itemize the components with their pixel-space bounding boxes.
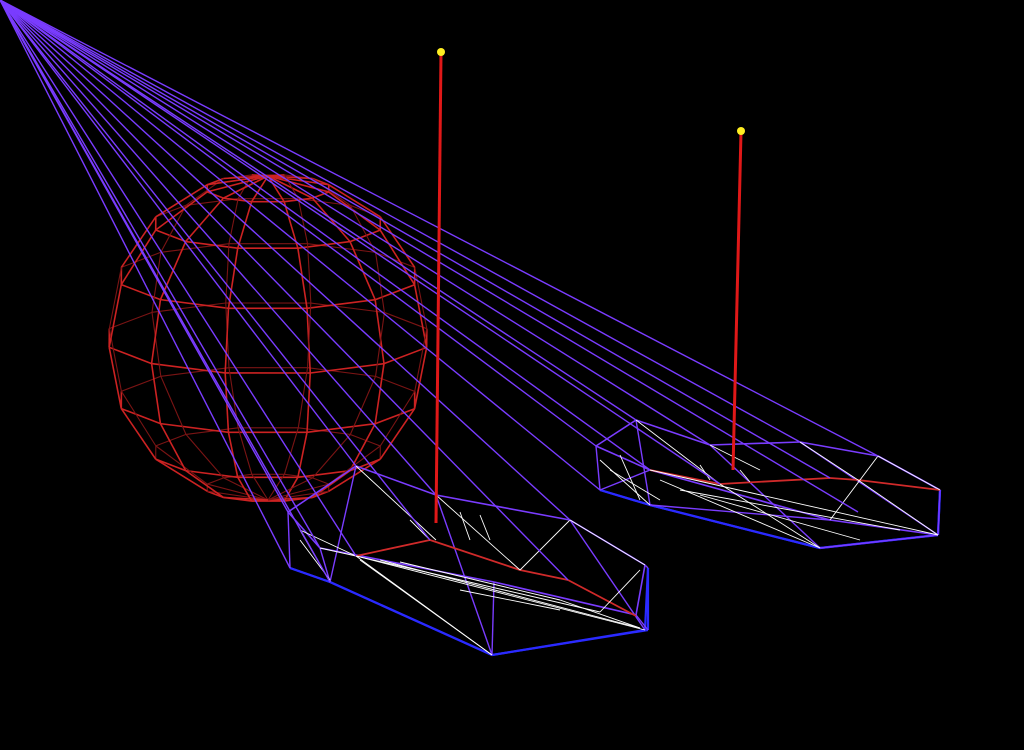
wireframe-block-right xyxy=(0,0,942,550)
block-inner-edge xyxy=(0,0,437,496)
block-inner-edge xyxy=(0,0,431,541)
sphere-ring-edge xyxy=(350,433,381,447)
sphere-ring-edge xyxy=(185,427,239,435)
block-ridge-edge xyxy=(429,539,521,571)
block-top-edge xyxy=(709,441,801,446)
block-triangulation-edge xyxy=(599,569,641,613)
block-vertical-edge xyxy=(599,469,651,491)
sphere-meridian-edge xyxy=(267,174,285,177)
sphere-meridian-edge xyxy=(155,445,208,485)
block-vertical-edge xyxy=(709,444,821,549)
sphere-meridian-edge xyxy=(283,427,299,475)
block-triangulation-edge xyxy=(699,464,711,481)
sphere-meridian-edge xyxy=(151,312,162,377)
sphere-ring-edge xyxy=(151,302,226,313)
sphere-meridian-edge xyxy=(155,184,208,218)
sphere-meridian-edge xyxy=(297,432,308,478)
block-bottom-edge xyxy=(329,580,493,657)
block-triangulation-edge xyxy=(719,483,821,549)
block-inner-edge xyxy=(0,0,321,549)
sphere-meridian-edge xyxy=(414,328,428,392)
block-top-edge xyxy=(493,581,637,616)
sphere-meridian-edge xyxy=(225,243,230,304)
pole-right-shaft xyxy=(731,131,743,471)
block-top-edge xyxy=(435,494,571,521)
sphere-meridian-edge xyxy=(155,191,208,231)
block-vertical-edge xyxy=(287,511,291,569)
sphere-meridian-edge xyxy=(236,201,253,249)
block-triangulation-edge xyxy=(355,465,437,541)
block-triangulation-edge xyxy=(479,514,491,541)
block-triangulation-edge xyxy=(355,555,493,656)
wireframe-sphere xyxy=(108,174,428,502)
block-triangulation-edge xyxy=(459,511,471,541)
wireframe-scene xyxy=(0,0,942,657)
block-triangulation-edge xyxy=(635,419,721,485)
block-bottom-edge xyxy=(599,488,651,507)
pole-right xyxy=(731,127,745,471)
block-top-edge xyxy=(799,441,879,457)
block-ridge-edge xyxy=(519,569,569,581)
sphere-meridian-edge xyxy=(251,499,269,502)
sphere-meridian-edge xyxy=(120,390,157,447)
block-inner-edge xyxy=(0,0,331,583)
wireframe-block-left xyxy=(0,0,650,657)
block-triangulation-edge xyxy=(569,519,646,566)
block-vertical-edge xyxy=(329,465,357,583)
block-ridge-edge xyxy=(355,539,431,557)
sphere-ring-edge xyxy=(155,229,186,243)
block-triangulation-edge xyxy=(519,519,571,571)
sphere-meridian-edge xyxy=(413,347,428,409)
block-top-edge xyxy=(635,419,711,446)
block-inner-edge xyxy=(0,0,637,421)
block-inner-edge xyxy=(0,0,597,447)
block-inner-edge xyxy=(0,0,651,471)
block-vertical-edge xyxy=(435,494,493,656)
block-triangulation-edge xyxy=(877,455,941,491)
3d-viewport[interactable] xyxy=(0,0,1024,750)
block-triangulation-edge xyxy=(699,494,861,541)
pole-left xyxy=(434,48,445,524)
block-inner-edge xyxy=(0,0,711,446)
block-bottom-edge xyxy=(491,628,649,657)
block-vertical-edge xyxy=(937,489,941,536)
sphere-ring-edge xyxy=(312,477,329,485)
sphere-meridian-edge xyxy=(228,198,239,244)
block-inner-edge xyxy=(0,0,801,443)
sphere-meridian-edge xyxy=(227,432,239,478)
sphere-meridian-edge xyxy=(227,248,239,309)
block-inner-edge xyxy=(0,0,357,467)
block-inner-edge xyxy=(0,0,291,569)
sphere-meridian-edge xyxy=(150,363,162,424)
block-inner-edge xyxy=(0,0,569,581)
block-vertical-edge xyxy=(595,445,601,491)
sphere-meridian-edge xyxy=(120,408,157,460)
pole-right-tip xyxy=(737,127,745,135)
sphere-meridian-edge xyxy=(108,284,123,348)
pole-left-tip xyxy=(437,48,445,56)
block-ridge-edge xyxy=(719,477,831,485)
block-triangulation-edge xyxy=(379,559,641,629)
block-vertical-edge xyxy=(491,581,495,656)
sphere-ring-edge xyxy=(207,477,224,485)
block-vertical-edge xyxy=(319,547,331,583)
block-inner-edge xyxy=(0,0,571,521)
block-vertical-edge xyxy=(819,534,939,549)
block-triangulation-edge xyxy=(739,469,751,483)
